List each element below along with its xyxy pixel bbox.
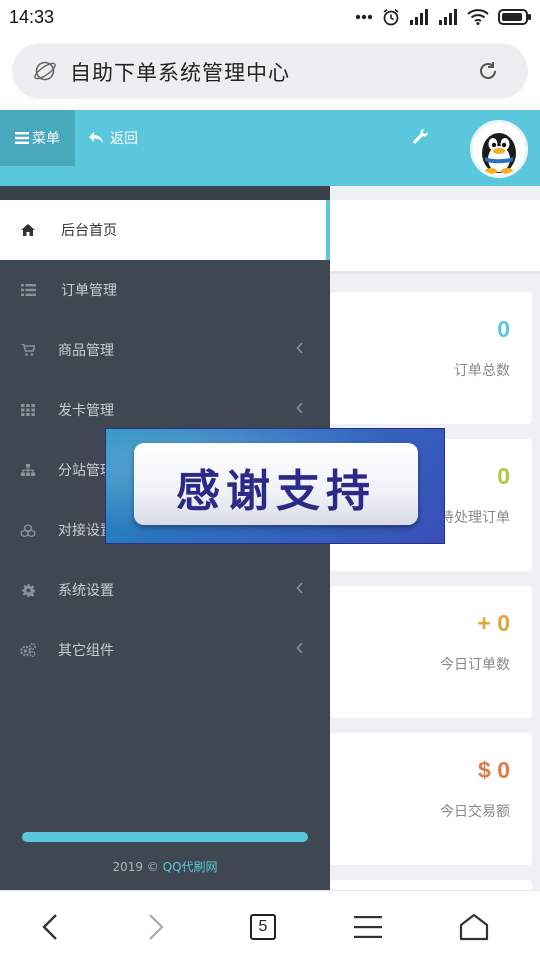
reload-icon[interactable] — [476, 59, 500, 83]
sidebar-footer: 2019 © QQ代刷网 — [0, 858, 330, 875]
chevron-right-icon — [149, 914, 164, 940]
stat-value: $ 0 — [478, 757, 510, 783]
stat-card-next — [330, 880, 532, 890]
footer-copyright: 2019 © — [112, 860, 159, 874]
list-icon — [20, 282, 36, 298]
stat-card-today-orders: + 0 今日订单数 — [330, 586, 532, 718]
sidebar-item-label: 后台首页 — [61, 223, 117, 239]
stat-card-today-revenue: $ 0 今日交易额 — [330, 733, 532, 865]
status-bar: 14:33 — [0, 0, 540, 38]
stat-label: 今日订单数 — [440, 657, 510, 673]
signal-icon — [439, 9, 457, 25]
chevron-left-icon — [296, 402, 303, 414]
app-header: 菜单 返回 — [0, 110, 540, 186]
sidebar-item-label: 商品管理 — [58, 343, 114, 359]
tabs-button[interactable]: 5 — [242, 907, 282, 947]
avatar[interactable] — [470, 120, 528, 178]
cubes-icon — [20, 522, 36, 538]
stat-label: 订单总数 — [454, 363, 510, 379]
globe-icon — [34, 61, 56, 81]
sidebar-item-label: 订单管理 — [61, 283, 117, 299]
grid-icon — [20, 402, 36, 418]
wifi-icon — [467, 9, 489, 25]
banner-card: 感谢支持 — [134, 443, 418, 525]
sidebar-top-strip — [0, 186, 330, 200]
browser-menu-button[interactable] — [348, 907, 388, 947]
browser-address-bar: 自助下单系统管理中心 — [0, 38, 540, 110]
back-label: 返回 — [110, 131, 138, 147]
forward-nav-button[interactable] — [136, 907, 176, 947]
cogs-icon — [20, 642, 36, 658]
browser-bottom-nav: 5 — [0, 890, 540, 960]
page-title: 自助下单系统管理中心 — [70, 61, 290, 85]
sidebar-progress-bar — [22, 832, 308, 842]
home-nav-button[interactable] — [454, 907, 494, 947]
stat-value: 0 — [497, 463, 510, 489]
penguin-avatar-icon — [482, 133, 516, 174]
status-icons — [355, 8, 532, 26]
alarm-icon — [383, 8, 399, 26]
home-icon — [20, 222, 36, 238]
sidebar-item-other-components[interactable]: 其它组件 — [0, 620, 330, 680]
menu-icon — [15, 132, 29, 144]
back-button[interactable]: 返回 — [88, 128, 138, 148]
sidebar-item-label: 发卡管理 — [58, 403, 114, 419]
footer-brand-link[interactable]: QQ代刷网 — [163, 860, 218, 874]
chevron-left-icon — [296, 642, 303, 654]
thanks-banner-image: 感谢支持 — [105, 428, 446, 545]
stat-value: 0 — [497, 316, 510, 342]
stat-card-total-orders: 0 订单总数 — [330, 292, 532, 424]
sidebar-item-products[interactable]: 商品管理 — [0, 320, 330, 380]
banner-text: 感谢支持 — [176, 466, 376, 517]
status-time: 14:33 — [9, 7, 55, 27]
sidebar-item-label: 系统设置 — [58, 583, 114, 599]
chevron-left-icon — [296, 582, 303, 594]
reply-icon — [89, 132, 103, 144]
sidebar-item-system-settings[interactable]: 系统设置 — [0, 560, 330, 620]
signal-icon — [410, 9, 428, 25]
cog-icon — [20, 582, 36, 598]
sidebar-item-orders[interactable]: 订单管理 — [0, 260, 330, 320]
stat-value: + 0 — [477, 610, 510, 636]
active-indicator — [326, 200, 330, 260]
stat-label: 今日交易额 — [440, 804, 510, 820]
tab-count: 5 — [250, 914, 276, 940]
url-field[interactable]: 自助下单系统管理中心 — [12, 43, 528, 99]
more-dots-icon — [355, 14, 373, 20]
sidebar-item-label: 其它组件 — [58, 643, 114, 659]
back-nav-button[interactable] — [30, 907, 70, 947]
menu-label: 菜单 — [32, 131, 60, 147]
content-header-panel — [330, 200, 540, 274]
hamburger-icon — [354, 916, 382, 938]
chevron-left-icon — [42, 914, 57, 940]
cart-icon — [20, 342, 36, 358]
menu-button[interactable]: 菜单 — [0, 110, 75, 166]
home-icon — [459, 913, 489, 941]
stat-label: 待处理订单 — [440, 510, 510, 526]
sidebar-item-dashboard[interactable]: 后台首页 — [0, 200, 330, 260]
chevron-left-icon — [296, 342, 303, 354]
wrench-icon[interactable] — [412, 128, 430, 146]
battery-icon — [498, 9, 531, 25]
sitemap-icon — [20, 462, 36, 478]
